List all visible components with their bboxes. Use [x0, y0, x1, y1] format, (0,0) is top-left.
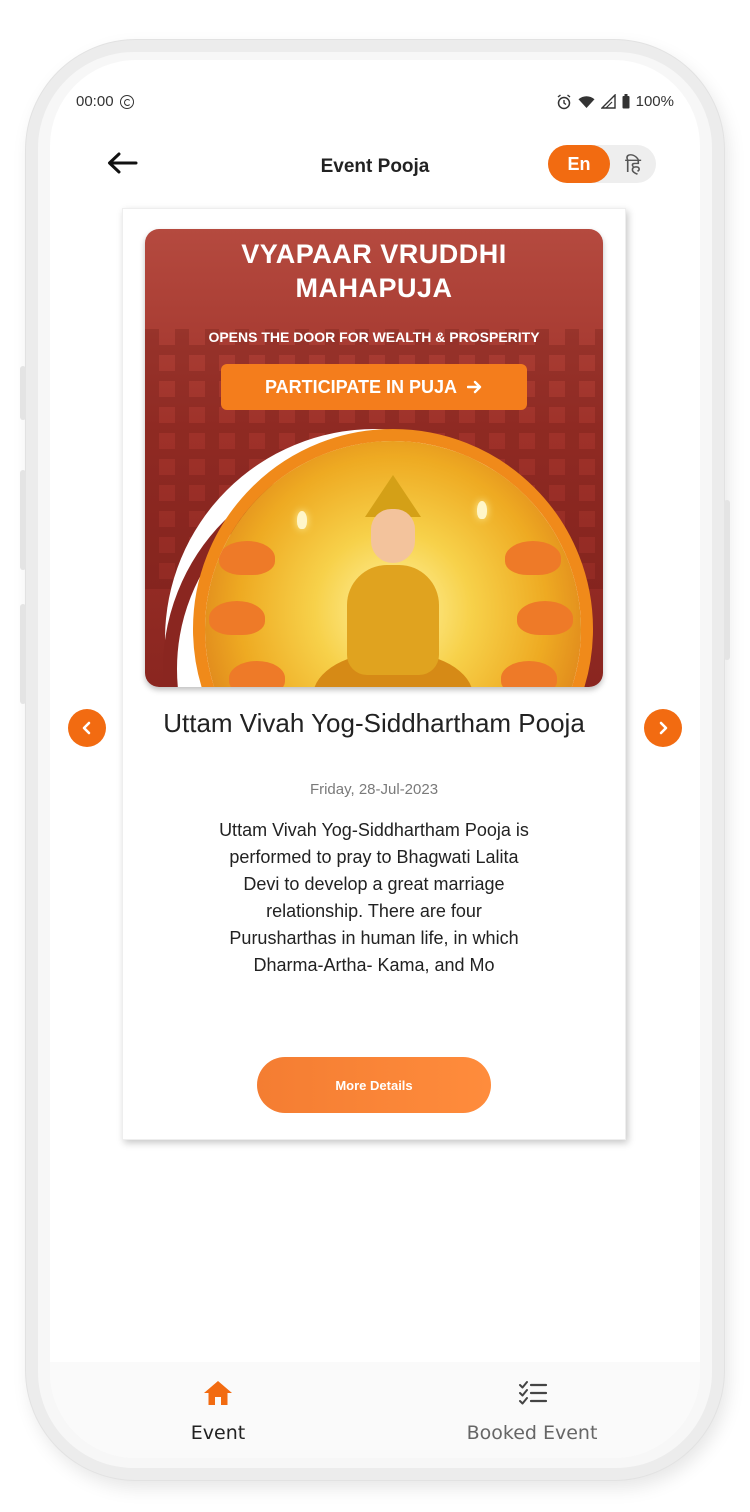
- lotus-icon: [505, 541, 561, 575]
- lotus-icon: [209, 601, 265, 635]
- carousel-prev-button[interactable]: [68, 709, 106, 747]
- banner-title-line2: MAHAPUJA: [295, 273, 453, 303]
- lamp-flame-icon: [297, 511, 307, 529]
- status-bar-right: 100%: [556, 93, 674, 110]
- deity-torso: [347, 565, 439, 675]
- lamp-flame-icon: [477, 501, 487, 519]
- banner-title-line1: VYAPAAR VRUDDHI: [241, 239, 507, 269]
- event-card: VYAPAAR VRUDDHI MAHAPUJA OPENS THE DOOR …: [122, 208, 626, 1140]
- checklist-icon: [519, 1381, 548, 1405]
- bottom-navigation: Event Booked Event: [50, 1362, 700, 1458]
- volume-down-button: [20, 604, 26, 704]
- home-icon: [204, 1381, 232, 1405]
- battery-percentage: 100%: [635, 93, 674, 110]
- lotus-icon: [517, 601, 573, 635]
- carousel-next-button[interactable]: [644, 709, 682, 747]
- banner-title: VYAPAAR VRUDDHI MAHAPUJA: [145, 237, 603, 305]
- more-details-button[interactable]: More Details: [257, 1057, 491, 1113]
- event-title: Uttam Vivah Yog-Siddhartham Pooja: [163, 708, 585, 738]
- event-description: Uttam Vivah Yog-Siddhartham Pooja is per…: [219, 820, 529, 975]
- language-hindi-option[interactable]: हि: [610, 151, 656, 178]
- chevron-left-icon: [82, 721, 91, 735]
- power-button: [724, 500, 730, 660]
- event-banner[interactable]: VYAPAAR VRUDDHI MAHAPUJA OPENS THE DOOR …: [145, 229, 603, 687]
- participate-button-label: PARTICIPATE IN PUJA: [264, 376, 457, 397]
- status-time: 00:00: [76, 93, 114, 110]
- lotus-icon: [229, 661, 285, 687]
- deity-figure: [313, 475, 473, 687]
- nav-label-event: Event: [190, 1422, 246, 1444]
- signal-icon: [600, 94, 616, 109]
- event-date: Friday, 28-Jul-2023: [309, 781, 439, 798]
- volume-up-button: [20, 470, 26, 570]
- language-toggle[interactable]: En हि: [548, 145, 656, 183]
- lotus-icon: [501, 661, 557, 687]
- whatsapp-icon: [119, 94, 134, 109]
- app-screen: 00:00 100% Event Pooja En हि VYAPAAR VRU…: [50, 60, 700, 1458]
- nav-item-booked-event[interactable]: Booked Event: [432, 1374, 632, 1444]
- deity-head: [371, 509, 415, 563]
- mute-switch: [20, 366, 26, 420]
- lotus-icon: [219, 541, 275, 575]
- wifi-icon: [578, 95, 595, 108]
- banner-subtitle: OPENS THE DOOR FOR WEALTH & PROSPERITY: [208, 329, 540, 345]
- battery-icon: [622, 94, 630, 109]
- participate-button[interactable]: PARTICIPATE IN PUJA: [221, 364, 527, 410]
- language-english-option[interactable]: En: [548, 145, 610, 183]
- chevron-right-icon: [659, 721, 668, 735]
- alarm-icon: [557, 93, 571, 109]
- nav-label-booked-event: Booked Event: [466, 1422, 598, 1444]
- status-bar-left: 00:00: [76, 93, 134, 110]
- nav-item-event[interactable]: Event: [118, 1374, 318, 1444]
- arrow-right-icon: [467, 380, 482, 394]
